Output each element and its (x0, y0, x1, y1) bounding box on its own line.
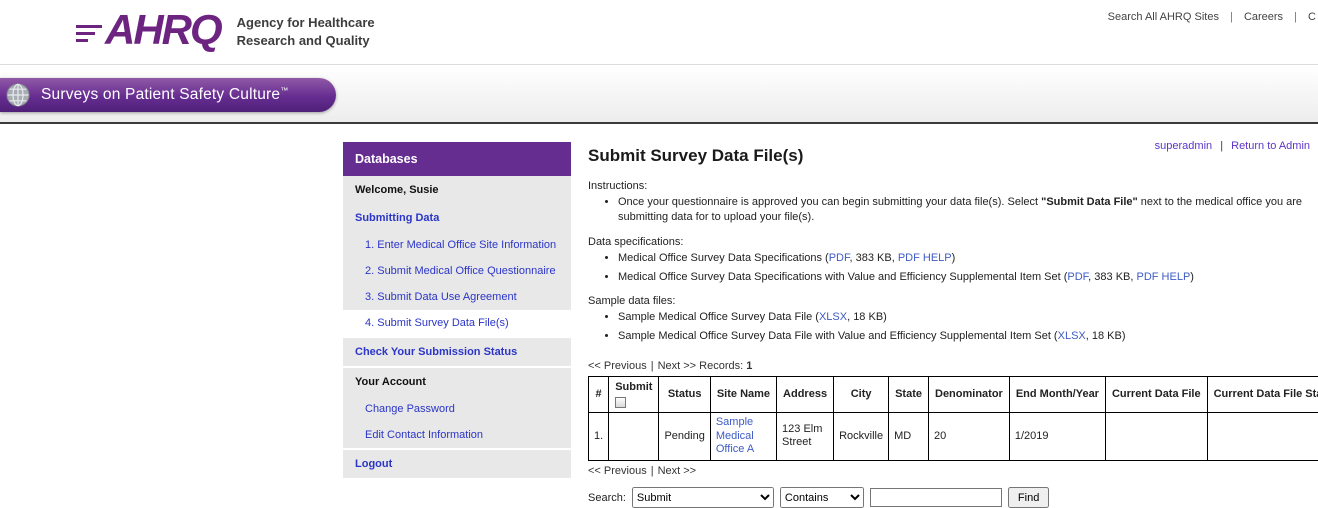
col-header-site-name: Site Name (710, 377, 776, 413)
top-link-separator: | (1294, 11, 1297, 23)
top-link-truncated[interactable]: C (1308, 11, 1316, 23)
sidebar-item-enter-site-information[interactable]: 1. Enter Medical Office Site Information (343, 232, 571, 258)
col-header-address: Address (777, 377, 834, 413)
pdf-help-link[interactable]: PDF HELP (1136, 271, 1190, 283)
sidebar-title: Databases (343, 142, 571, 176)
search-field-select[interactable]: Submit (632, 487, 774, 508)
cell-status: Pending (659, 412, 710, 460)
cell-state: MD (889, 412, 929, 460)
data-specifications-list: Medical Office Survey Data Specification… (588, 251, 1312, 285)
sample-files-list: Sample Medical Office Survey Data File (… (588, 310, 1312, 344)
col-header-status: Status (659, 377, 710, 413)
sidebar-item-logout[interactable]: Logout (343, 448, 571, 478)
xlsx-link[interactable]: XLSX (819, 311, 847, 323)
col-header-submit: Submit (609, 377, 659, 413)
site-header: AHRQ Agency for Healthcare Research and … (0, 0, 1318, 64)
logo-speed-lines-icon (76, 25, 102, 42)
sidebar-menu: Welcome, Susie Submitting Data 1. Enter … (343, 176, 571, 478)
ahrq-logo[interactable]: AHRQ Agency for Healthcare Research and … (76, 9, 375, 51)
pagination-bottom: << Previous | Next >> (588, 465, 1312, 477)
sidebar-item-submit-questionnaire[interactable]: 2. Submit Medical Office Questionnaire (343, 258, 571, 284)
sidebar-item-check-submission-status[interactable]: Check Your Submission Status (343, 336, 571, 366)
top-link-careers[interactable]: Careers (1244, 11, 1283, 23)
banner-title: Surveys on Patient Safety Culture™ (41, 86, 288, 104)
spec-bullet: Medical Office Survey Data Specification… (618, 270, 1312, 285)
page-title: Submit Survey Data File(s) (588, 146, 1312, 166)
next-link[interactable]: Next >> (658, 360, 697, 372)
table-header-row: # Submit Status Site Name Address City S… (589, 377, 1318, 413)
pdf-help-link[interactable]: PDF HELP (898, 252, 952, 264)
table-row: 1. Pending Sample Medical Office A 123 E… (589, 412, 1318, 460)
sample-data-files-label: Sample data files: (588, 295, 1312, 307)
search-input[interactable] (870, 488, 1002, 507)
instructions-bullet: Once your questionnaire is approved you … (618, 195, 1312, 225)
sort-icon[interactable] (615, 397, 626, 408)
logo-text: AHRQ (105, 9, 221, 51)
sidebar-welcome-text: Welcome, Susie (343, 176, 571, 204)
banner-strip: Surveys on Patient Safety Culture™ (0, 64, 1318, 124)
sidebar-your-account-heading: Your Account (343, 366, 571, 396)
col-header-current-data-file-status: Current Data File Status (1207, 377, 1318, 413)
cell-num: 1. (589, 412, 609, 460)
pagination-separator: | (651, 360, 654, 372)
sidebar-item-edit-contact-information[interactable]: Edit Contact Information (343, 422, 571, 448)
spec-bullet: Medical Office Survey Data Specification… (618, 251, 1312, 266)
pdf-link[interactable]: PDF (829, 252, 850, 264)
cell-address: 123 Elm Street (777, 412, 834, 460)
col-header-city: City (834, 377, 889, 413)
sample-bullet: Sample Medical Office Survey Data File w… (618, 329, 1312, 344)
xlsx-link[interactable]: XLSX (1058, 330, 1086, 342)
sample-bullet: Sample Medical Office Survey Data File (… (618, 310, 1312, 325)
globe-icon (5, 82, 31, 108)
cell-end-month-year: 1/2019 (1009, 412, 1105, 460)
sidebar: Databases Welcome, Susie Submitting Data… (343, 142, 571, 478)
cell-city: Rockville (834, 412, 889, 460)
main-content: Submit Survey Data File(s) Instructions:… (588, 144, 1312, 508)
search-operator-select[interactable]: Contains (780, 487, 864, 508)
search-label: Search: (588, 492, 626, 504)
col-header-state: State (889, 377, 929, 413)
previous-link[interactable]: << Previous (588, 465, 647, 477)
records-count: 1 (746, 360, 752, 372)
pagination-separator: | (651, 465, 654, 477)
col-header-end-month-year: End Month/Year (1009, 377, 1105, 413)
trademark-symbol: ™ (280, 86, 288, 95)
data-specifications-label: Data specifications: (588, 236, 1312, 248)
col-header-num: # (589, 377, 609, 413)
sidebar-item-change-password[interactable]: Change Password (343, 396, 571, 422)
submit-data-file-emphasis: "Submit Data File" (1041, 196, 1138, 208)
find-button[interactable]: Find (1008, 487, 1049, 508)
top-link-separator: | (1230, 11, 1233, 23)
top-link-search-all-ahrq-sites[interactable]: Search All AHRQ Sites (1108, 11, 1219, 23)
site-name-link[interactable]: Sample Medical Office A (716, 416, 754, 456)
cell-site-name: Sample Medical Office A (710, 412, 776, 460)
sidebar-item-submit-data-use-agreement[interactable]: 3. Submit Data Use Agreement (343, 284, 571, 310)
logo-tagline: Agency for Healthcare Research and Quali… (237, 10, 375, 49)
instructions-label: Instructions: (588, 180, 1312, 192)
sops-banner: Surveys on Patient Safety Culture™ (0, 78, 336, 112)
cell-denominator: 20 (929, 412, 1010, 460)
sites-table: # Submit Status Site Name Address City S… (588, 376, 1318, 461)
previous-link[interactable]: << Previous (588, 360, 647, 372)
pdf-link[interactable]: PDF (1067, 271, 1088, 283)
sidebar-item-submit-survey-data-files[interactable]: 4. Submit Survey Data File(s) (343, 310, 571, 336)
col-header-denominator: Denominator (929, 377, 1010, 413)
search-bar: Search: Submit Contains Find (588, 487, 1312, 508)
cell-current-data-file-status (1207, 412, 1318, 460)
sidebar-item-submitting-data[interactable]: Submitting Data (343, 204, 571, 232)
cell-submit (609, 412, 659, 460)
records-label: Records: (699, 360, 743, 372)
cell-current-data-file (1105, 412, 1207, 460)
top-nav: Search All AHRQ Sites | Careers | C (1108, 11, 1316, 23)
next-link[interactable]: Next >> (658, 465, 697, 477)
pagination-top: << Previous | Next >> Records: 1 (588, 360, 1312, 372)
col-header-current-data-file: Current Data File (1105, 377, 1207, 413)
instructions-list: Once your questionnaire is approved you … (588, 195, 1312, 225)
